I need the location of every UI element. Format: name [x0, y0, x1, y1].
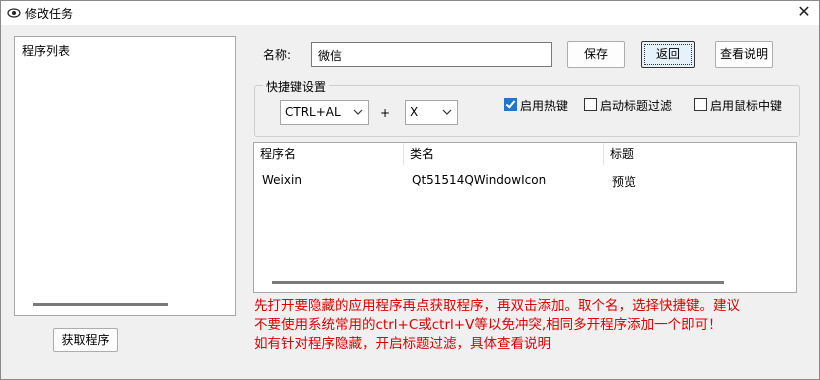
task-edit-window: 修改任务 ✕ 程序列表 获取程序 名称: 微信 保存 返回 查看说明 快捷键设置…	[0, 0, 820, 380]
name-label: 名称:	[263, 48, 292, 62]
cell-title: 预览	[612, 175, 637, 189]
close-button[interactable]: ✕	[789, 1, 819, 25]
column-header-program-name[interactable]: 程序名	[254, 143, 404, 165]
title-filter-label: 启动标题过滤	[600, 99, 673, 113]
title-bar: 修改任务 ✕	[1, 1, 819, 25]
back-button[interactable]: 返回	[641, 41, 695, 68]
chevron-down-icon	[353, 109, 363, 115]
key-value: X	[410, 105, 419, 119]
program-table[interactable]: 程序名 类名 标题 Weixin Qt51514QWindowIcon 预览	[253, 142, 797, 293]
enable-hotkey-label: 启用热键	[520, 99, 569, 113]
modifier-select[interactable]: CTRL+AL	[280, 100, 369, 125]
instructions-text: 先打开要隐藏的应用程序再点获取程序，再双击添加。取个名，选择快捷键。建议 不要使…	[254, 297, 814, 354]
program-list-scrollbar[interactable]	[33, 303, 168, 306]
column-header-class-name[interactable]: 类名	[404, 143, 604, 165]
hotkey-group-title: 快捷键设置	[263, 78, 330, 95]
program-list-panel[interactable]: 程序列表	[14, 36, 236, 316]
instruction-line: 不要使用系统常用的ctrl+C或ctrl+V等以免冲突,相同多开程序添加一个即可…	[254, 317, 722, 333]
window-title: 修改任务	[25, 7, 74, 21]
checkbox-checked-icon	[504, 98, 517, 111]
name-input[interactable]: 微信	[311, 42, 552, 67]
chevron-down-icon	[442, 109, 452, 115]
modifier-value: CTRL+AL	[285, 105, 341, 119]
middle-click-label: 启用鼠标中键	[710, 99, 783, 113]
help-button[interactable]: 查看说明	[715, 41, 773, 68]
instruction-line: 先打开要隐藏的应用程序再点获取程序，再双击添加。取个名，选择快捷键。建议	[254, 298, 740, 314]
key-select[interactable]: X	[405, 100, 458, 125]
eye-icon	[7, 8, 21, 18]
fetch-program-button[interactable]: 获取程序	[53, 328, 118, 352]
table-scrollbar[interactable]	[272, 281, 724, 284]
checkbox-icon	[584, 98, 597, 111]
checkbox-icon	[694, 98, 707, 111]
instruction-line: 如有针对程序隐藏，开启标题过滤，具体查看说明	[254, 336, 551, 352]
plus-sign: +	[380, 106, 391, 120]
cell-program-name: Weixin	[262, 173, 302, 187]
column-header-title[interactable]: 标题	[604, 143, 796, 165]
program-list-label: 程序列表	[22, 44, 71, 58]
cell-class-name: Qt51514QWindowIcon	[412, 173, 547, 187]
save-button[interactable]: 保存	[567, 41, 625, 68]
